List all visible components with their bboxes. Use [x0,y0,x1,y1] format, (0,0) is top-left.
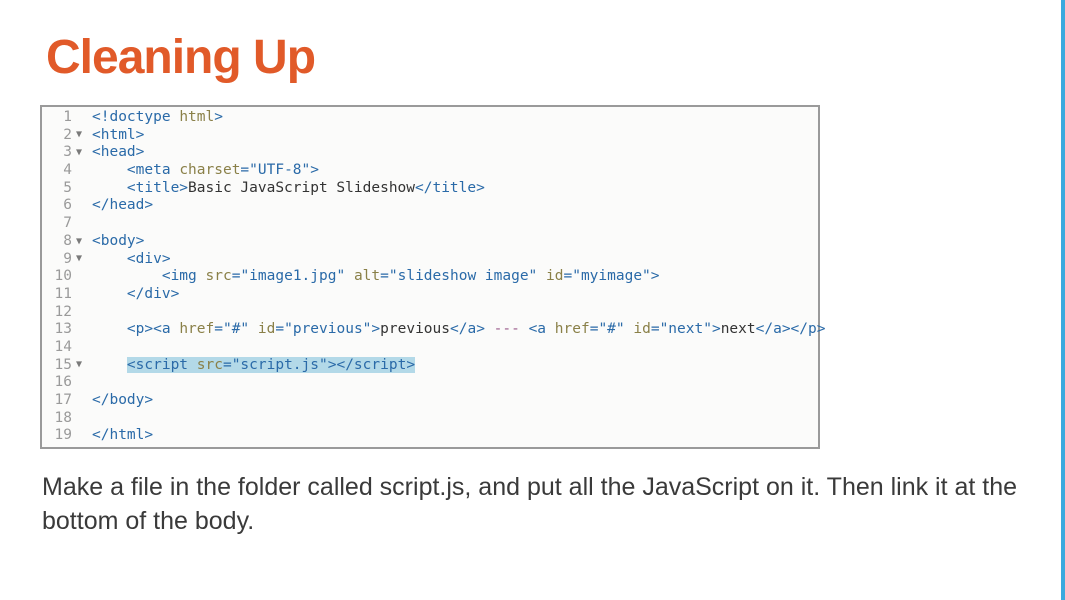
fold-toggle-icon[interactable]: ▼ [76,129,92,141]
code-line: 16 [42,374,818,392]
code-editor: 1<!doctype html>2▼<html>3▼<head>4 <meta … [40,105,820,449]
code-line: 5 <title>Basic JavaScript Slideshow</tit… [42,180,818,198]
code-line: 17 </body> [42,392,818,410]
code-line: 13 <p><a href="#" id="previous">previous… [42,321,818,339]
slide-container: Cleaning Up 1<!doctype html>2▼<html>3▼<h… [0,0,1061,539]
line-number: 19 [42,427,76,445]
code-content: <title>Basic JavaScript Slideshow</title… [92,180,818,198]
line-number: 8 [42,233,76,251]
code-content: <div> [92,251,818,269]
line-number: 15 [42,357,76,375]
code-line: 9▼ <div> [42,251,818,269]
code-line: 8▼<body> [42,233,818,251]
code-content: <body> [92,233,818,251]
code-line: 18 [42,410,818,428]
line-number: 18 [42,410,76,428]
code-content: </body> [92,392,818,410]
line-number: 17 [42,392,76,410]
line-number: 11 [42,286,76,304]
code-line: 1 <!doctype html> [42,109,818,127]
code-line: 12 [42,304,818,322]
line-number: 2 [42,127,76,145]
line-number: 14 [42,339,76,357]
line-number: 12 [42,304,76,322]
line-number: 6 [42,197,76,215]
code-content: <script src="script.js"></script> [92,357,818,375]
fold-toggle-icon[interactable]: ▼ [76,236,92,248]
slide-caption: Make a file in the folder called script.… [40,471,1021,539]
code-line: 19 </html> [42,427,818,445]
highlighted-code: <script src="script.js"></script> [127,357,415,373]
line-number: 4 [42,162,76,180]
code-content: <p><a href="#" id="previous">previous</a… [92,321,825,339]
code-content: <img src="image1.jpg" alt="slideshow ima… [92,268,818,286]
code-line: 11 </div> [42,286,818,304]
code-line: 6 </head> [42,197,818,215]
line-number: 16 [42,374,76,392]
code-line: 10 <img src="image1.jpg" alt="slideshow … [42,268,818,286]
line-number: 9 [42,251,76,269]
slide-title: Cleaning Up [46,30,1021,85]
code-content: </html> [92,427,818,445]
fold-toggle-icon[interactable]: ▼ [76,359,92,371]
line-number: 10 [42,268,76,286]
code-line: 4 <meta charset="UTF-8"> [42,162,818,180]
code-content: <meta charset="UTF-8"> [92,162,818,180]
line-number: 3 [42,144,76,162]
code-line: 7 [42,215,818,233]
fold-toggle-icon[interactable]: ▼ [76,147,92,159]
code-content: <html> [92,127,818,145]
code-content: </head> [92,197,818,215]
line-number: 13 [42,321,76,339]
code-content: </div> [92,286,818,304]
line-number: 1 [42,109,76,127]
line-number: 7 [42,215,76,233]
code-line: 14 [42,339,818,357]
line-number: 5 [42,180,76,198]
fold-toggle-icon[interactable]: ▼ [76,253,92,265]
code-line: 15▼ <script src="script.js"></script> [42,357,818,375]
code-line: 2▼<html> [42,127,818,145]
code-line: 3▼<head> [42,144,818,162]
code-content: <head> [92,144,818,162]
code-content: <!doctype html> [92,109,818,127]
